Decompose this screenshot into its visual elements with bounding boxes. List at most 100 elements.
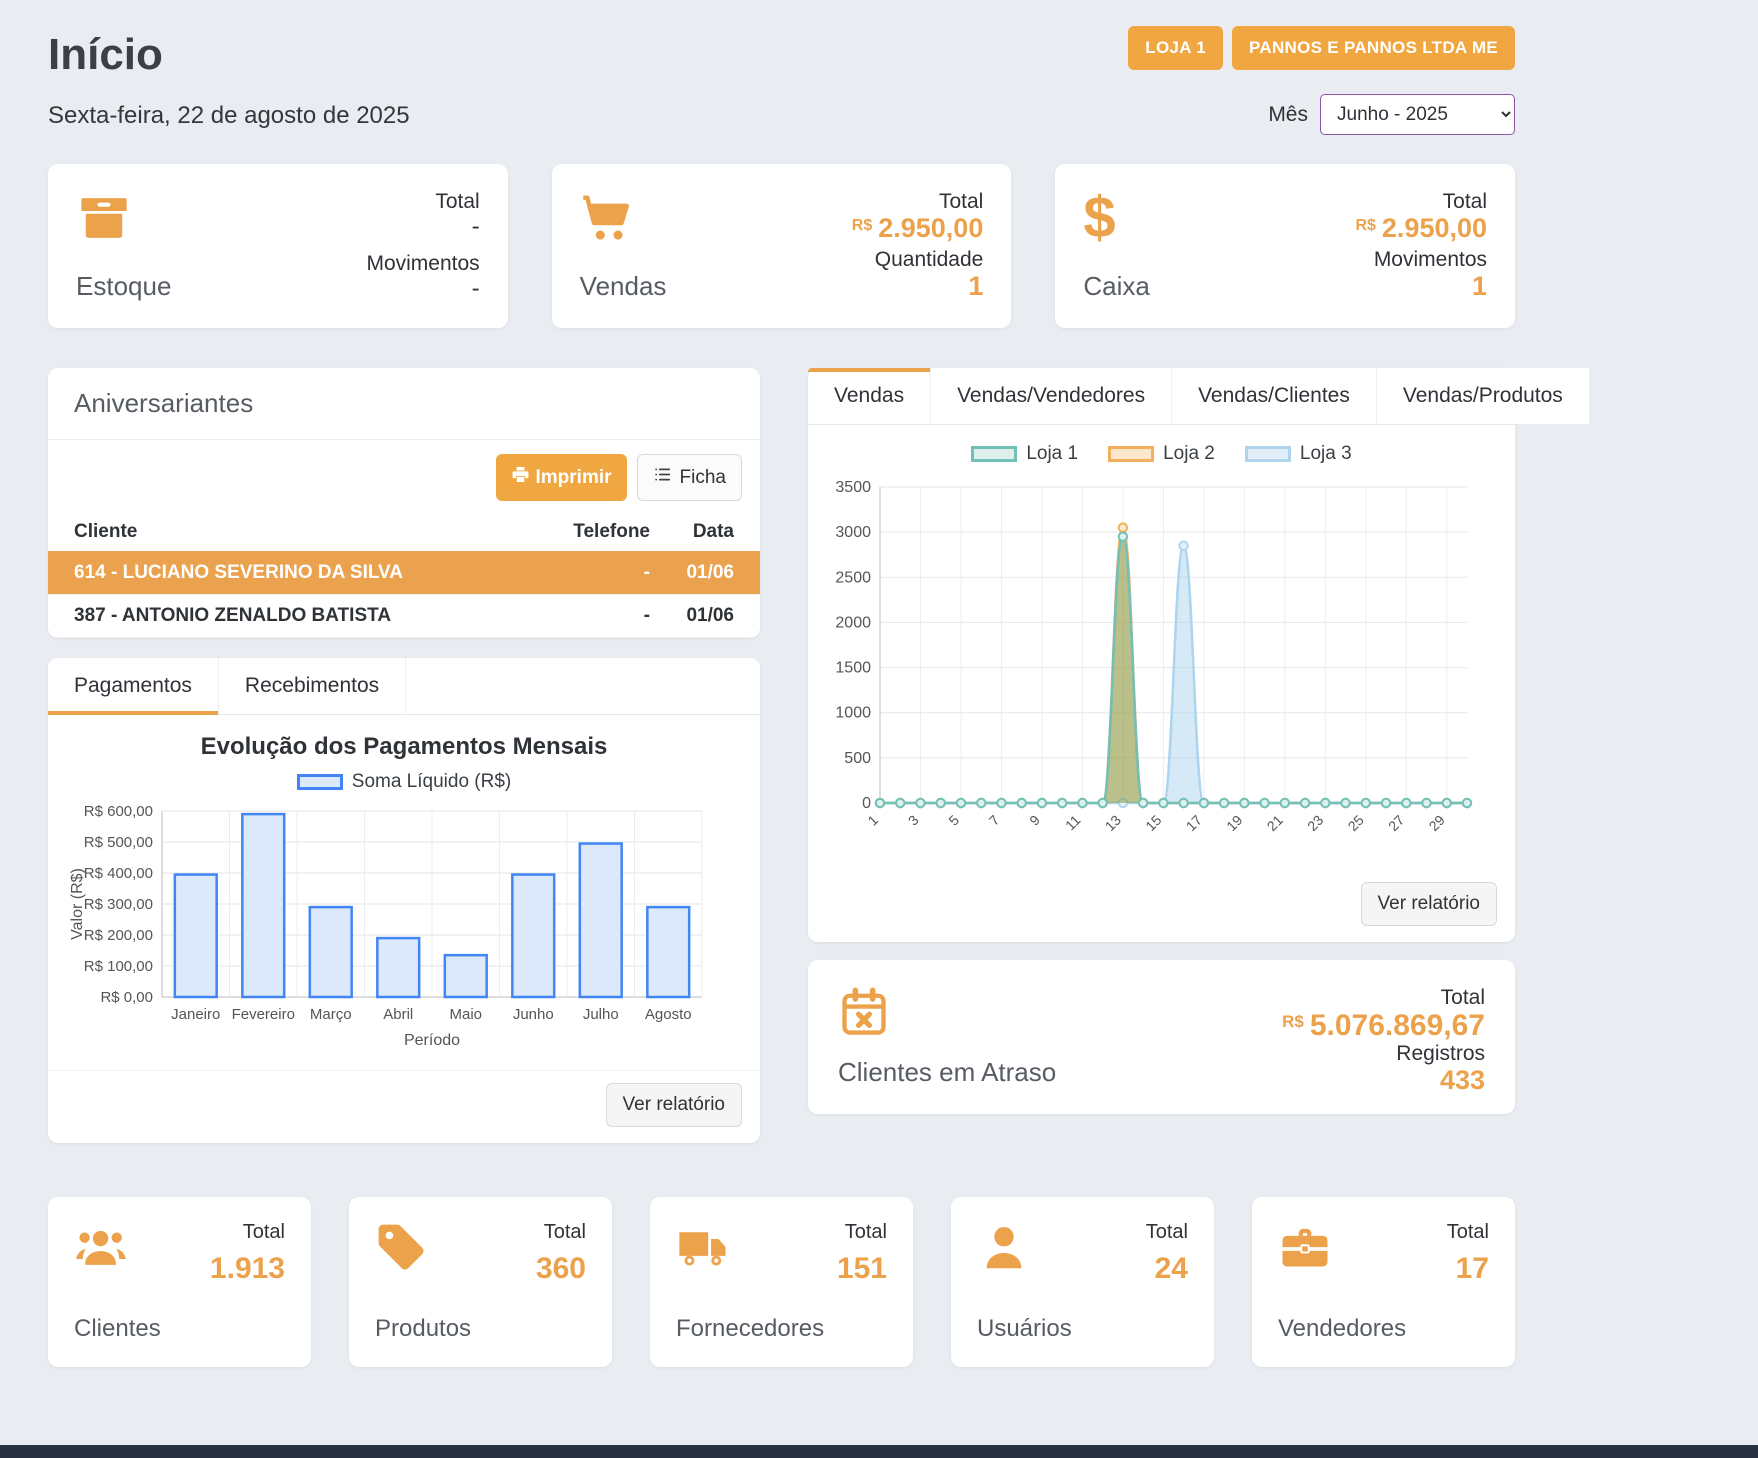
usuarios-total-label: Total: [1146, 1221, 1188, 1244]
late-clients-title: Clientes em Atraso: [838, 1057, 1056, 1088]
tab-vendas[interactable]: Vendas: [808, 368, 931, 424]
tab-pagamentos[interactable]: Pagamentos: [48, 658, 219, 714]
svg-text:Valor (R$): Valor (R$): [69, 868, 86, 940]
payments-legend: Soma Líquido (R$): [48, 771, 760, 793]
svg-text:25: 25: [1345, 812, 1367, 834]
svg-text:R$ 200,00: R$ 200,00: [84, 927, 153, 944]
produtos-total-label: Total: [536, 1221, 586, 1244]
legend-label-loja3: Loja 3: [1300, 443, 1352, 465]
svg-text:1500: 1500: [835, 660, 871, 677]
caixa-total-value: R$2.950,00: [1355, 214, 1487, 244]
stats-row: Estoque Total - Movimentos - Vendas: [48, 164, 1515, 328]
col-date: Data: [660, 513, 760, 552]
vendas-label: Vendas: [580, 271, 667, 302]
print-button[interactable]: Imprimir: [496, 454, 627, 501]
svg-text:2500: 2500: [835, 569, 871, 586]
svg-text:500: 500: [844, 750, 871, 767]
vendedores-card: Vendedores Total 17: [1252, 1197, 1515, 1367]
person-icon: [977, 1221, 1031, 1275]
svg-text:1000: 1000: [835, 705, 871, 722]
tab-vendas-clientes[interactable]: Vendas/Clientes: [1172, 368, 1377, 424]
fornecedores-total-value: 151: [837, 1252, 887, 1286]
month-label: Mês: [1268, 103, 1308, 127]
legend-swatch-loja2: [1108, 446, 1154, 462]
svg-text:R$ 500,00: R$ 500,00: [84, 834, 153, 851]
usuarios-card: Usuários Total 24: [951, 1197, 1214, 1367]
tab-vendas-produtos[interactable]: Vendas/Produtos: [1377, 368, 1590, 424]
table-row[interactable]: 387 - ANTONIO ZENALDO BATISTA - 01/06: [48, 595, 760, 638]
caixa-mov-value: 1: [1355, 272, 1487, 302]
tag-icon: [375, 1221, 429, 1275]
late-total-label: Total: [1282, 986, 1485, 1010]
svg-text:R$ 300,00: R$ 300,00: [84, 896, 153, 913]
sales-card: Vendas Vendas/Vendedores Vendas/Clientes…: [808, 368, 1515, 942]
people-icon: [74, 1221, 128, 1275]
svg-text:R$ 100,00: R$ 100,00: [84, 958, 153, 975]
table-row[interactable]: 254 - JAQUELINE SOARES CORREIA (NELMA - …: [48, 638, 760, 639]
vendas-total-label: Total: [852, 190, 984, 214]
legend-swatch-loja3: [1245, 446, 1291, 462]
store-button[interactable]: LOJA 1: [1128, 26, 1223, 70]
svg-text:11: 11: [1062, 812, 1084, 834]
fornecedores-label: Fornecedores: [676, 1315, 824, 1343]
month-select[interactable]: Junho - 2025: [1320, 94, 1515, 135]
legend-label: Soma Líquido (R$): [352, 771, 511, 793]
sales-report-button[interactable]: Ver relatório: [1361, 882, 1497, 926]
payments-card: Pagamentos Recebimentos Evolução dos Pag…: [48, 658, 760, 1143]
calendar-x-icon: [838, 986, 890, 1038]
estoque-total-value: -: [366, 214, 479, 240]
late-total-value: R$5.076.869,67: [1282, 1010, 1485, 1042]
tab-recebimentos[interactable]: Recebimentos: [219, 658, 406, 714]
svg-text:17: 17: [1183, 812, 1205, 834]
legend-label-loja1: Loja 1: [1026, 443, 1078, 465]
late-registros-value: 433: [1282, 1066, 1485, 1096]
dashboard: Início Sexta-feira, 22 de agosto de 2025…: [48, 0, 1515, 1367]
caixa-label: Caixa: [1083, 271, 1149, 302]
svg-text:Fevereiro: Fevereiro: [232, 1006, 295, 1023]
legend-label-loja2: Loja 2: [1163, 443, 1215, 465]
svg-text:29: 29: [1426, 812, 1448, 834]
svg-text:R$ 400,00: R$ 400,00: [84, 865, 153, 882]
company-button[interactable]: PANNOS E PANNOS LTDA ME: [1232, 26, 1515, 70]
sales-legend: Loja 1 Loja 2 Loja 3: [808, 443, 1515, 465]
caixa-total-label: Total: [1355, 190, 1487, 214]
svg-text:Período: Período: [404, 1032, 460, 1049]
caixa-card: $ Caixa Total R$2.950,00 Movimentos 1: [1055, 164, 1515, 328]
svg-text:9: 9: [1026, 812, 1043, 829]
payments-report-button[interactable]: Ver relatório: [606, 1083, 742, 1127]
svg-text:7: 7: [986, 812, 1003, 829]
list-icon: [653, 465, 672, 490]
produtos-card: Produtos Total 360: [349, 1197, 612, 1367]
estoque-mov-label: Movimentos: [366, 252, 479, 276]
printer-icon: [511, 465, 530, 490]
clientes-card: Clientes Total 1.913: [48, 1197, 311, 1367]
usuarios-total-value: 24: [1146, 1252, 1188, 1286]
truck-icon: [676, 1221, 730, 1275]
svg-text:0: 0: [862, 795, 871, 812]
svg-text:27: 27: [1385, 812, 1407, 834]
svg-text:Maio: Maio: [449, 1006, 482, 1023]
vendas-total-value: R$2.950,00: [852, 214, 984, 244]
estoque-card: Estoque Total - Movimentos -: [48, 164, 508, 328]
late-clients-card: Clientes em Atraso Total R$5.076.869,67 …: [808, 960, 1515, 1114]
usuarios-label: Usuários: [977, 1315, 1072, 1343]
table-row[interactable]: 614 - LUCIANO SEVERINO DA SILVA - 01/06: [48, 552, 760, 595]
birthdays-card: Aniversariantes Imprimir Ficha: [48, 368, 760, 638]
ficha-button[interactable]: Ficha: [637, 454, 742, 501]
svg-text:3500: 3500: [835, 479, 871, 496]
svg-text:R$ 0,00: R$ 0,00: [100, 989, 153, 1006]
dollar-icon: $: [1083, 190, 1139, 246]
svg-text:5: 5: [945, 812, 962, 829]
svg-text:19: 19: [1223, 812, 1245, 834]
sales-line-chart: 0500100015002000250030003500135791113151…: [818, 473, 1483, 865]
vendas-card: Vendas Total R$2.950,00 Quantidade 1: [552, 164, 1012, 328]
svg-text:Julho: Julho: [583, 1006, 619, 1023]
svg-text:15: 15: [1142, 812, 1164, 834]
vendedores-total-value: 17: [1447, 1252, 1489, 1286]
tab-vendas-vendedores[interactable]: Vendas/Vendedores: [931, 368, 1172, 424]
svg-text:2000: 2000: [835, 614, 871, 631]
col-client: Cliente: [48, 513, 540, 552]
vendedores-total-label: Total: [1447, 1221, 1489, 1244]
svg-text:Junho: Junho: [513, 1006, 554, 1023]
bottom-row: Clientes Total 1.913 Produtos Total 360: [48, 1197, 1515, 1367]
